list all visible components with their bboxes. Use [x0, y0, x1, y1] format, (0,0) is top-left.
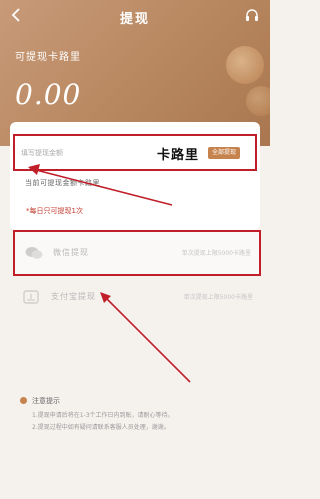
amount-field-box: 卡路里 全部提现 [13, 134, 257, 171]
balance-value: 0.00 [15, 78, 82, 111]
method-wechat[interactable]: 微信提现 单次提现上限5000卡路里 [13, 230, 261, 276]
method-name: 支付宝提现 [51, 292, 96, 301]
withdraw-all-button[interactable]: 全部提现 [208, 147, 241, 159]
nav-bar: 提现 [0, 0, 270, 34]
balance-label: 可提现卡路里 [15, 52, 81, 63]
unit-label: 卡路里 [157, 148, 200, 163]
method-name: 微信提现 [53, 248, 89, 257]
coin-decoration [246, 86, 270, 116]
available-hint: 当前可提现金额卡路里 [25, 179, 100, 187]
notes-line: 1.提现申请后将在1-3个工作日内到账，请耐心等待。 [32, 412, 174, 419]
amount-input[interactable] [21, 146, 131, 160]
wechat-icon [25, 245, 43, 259]
card-icon [23, 289, 39, 304]
bullet-dot [20, 397, 27, 404]
method-note: 单次提现上限5000卡路里 [183, 294, 253, 301]
method-alipay[interactable]: 支付宝提现 单次提现上限5000卡路里 [13, 280, 261, 314]
notes-title: 注意提示 [32, 397, 60, 405]
headset-icon[interactable] [244, 8, 260, 24]
page-title: 提现 [119, 12, 150, 27]
coin-decoration [226, 46, 264, 84]
daily-limit-note: *每日只可提现1次 [26, 207, 83, 215]
notes-line: 2.提现过程中如有疑问请联系客服人员处理，谢谢。 [32, 424, 170, 431]
method-note: 单次提现上限5000卡路里 [181, 250, 251, 257]
